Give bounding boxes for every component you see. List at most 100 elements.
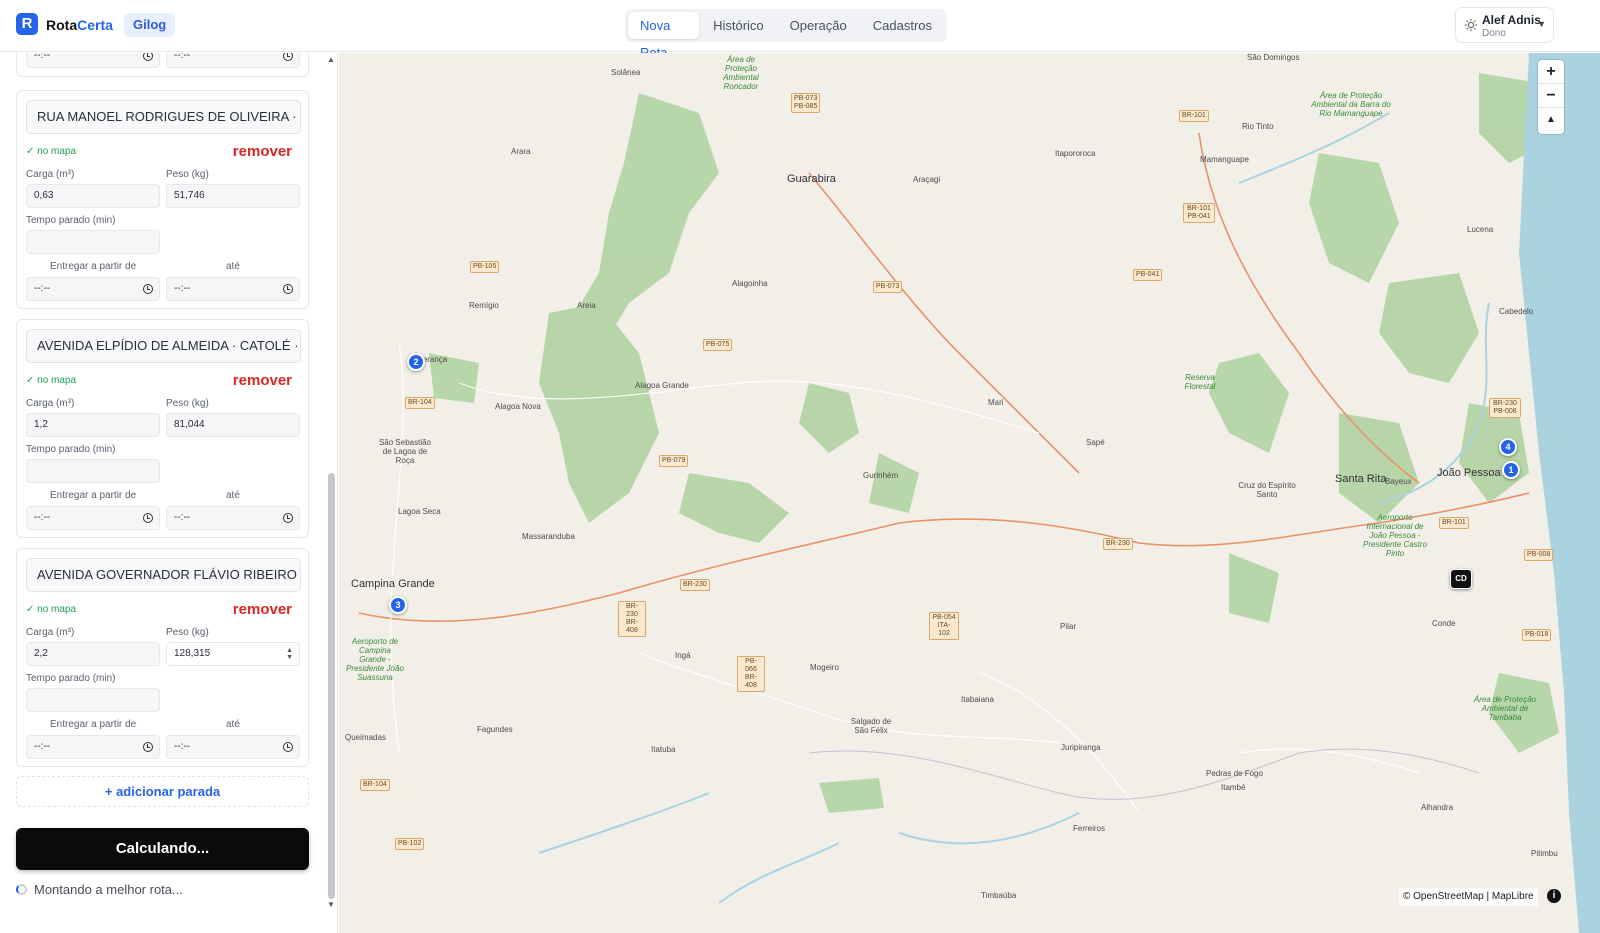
deliver-from-input[interactable]: --:-- — [26, 735, 160, 759]
tab-nova-rota[interactable]: Nova Rota — [628, 12, 700, 60]
map-place-label: Mamanguape — [1200, 155, 1249, 164]
clock-icon — [283, 53, 293, 61]
stop-marker[interactable]: 4 — [1499, 438, 1517, 456]
map-place-label: Alagoinha — [732, 279, 768, 288]
info-icon[interactable]: i — [1547, 889, 1561, 903]
map-place-label: Fagundes — [477, 725, 513, 734]
map-place-label: Araçagi — [913, 175, 941, 184]
map-place-label: Salgado de São Félix — [850, 717, 892, 735]
map-place-label: Alagoa Grande — [635, 381, 689, 390]
depot-marker[interactable]: CD — [1450, 569, 1472, 589]
tempo-input[interactable] — [26, 230, 160, 254]
road-shield: PB-008 — [1524, 549, 1554, 561]
time-value: --:-- — [34, 53, 51, 61]
scrollbar-thumb[interactable] — [328, 473, 335, 899]
compass-reset-button[interactable]: ▲ — [1538, 108, 1564, 132]
route-status: Montando a melhor rota... — [16, 882, 183, 897]
deliver-until-input[interactable]: --:-- — [166, 506, 300, 530]
map-place-label: Timbaúba — [981, 891, 1017, 900]
map-place-label: São Sebastião de Lagoa de Roça — [378, 438, 432, 465]
clock-icon — [143, 513, 153, 523]
time-value: --:-- — [34, 741, 51, 752]
deliver-until-input[interactable]: --:-- — [166, 277, 300, 301]
map-base-layer — [358, 53, 1600, 933]
stop-marker[interactable]: 2 — [407, 353, 425, 371]
brand-part-a: Rota — [46, 17, 78, 33]
top-bar: R RotaCerta Gilog Nova Rota Histórico Op… — [0, 0, 1600, 60]
peso-input[interactable]: 51,746 — [166, 184, 300, 208]
clock-icon — [283, 284, 293, 294]
deliver-until-input[interactable]: --:-- — [166, 735, 300, 759]
organization-badge[interactable]: Gilog — [124, 13, 176, 37]
address-input[interactable]: AVENIDA GOVERNADOR FLÁVIO RIBEIRO COUTIN… — [26, 558, 301, 592]
remove-stop-button[interactable]: remover — [233, 372, 292, 389]
address-input[interactable]: RUA MANOEL RODRIGUES DE OLIVEIRA · ESTAÇ… — [26, 100, 301, 134]
map-place-label: Pitimbu — [1531, 849, 1558, 858]
road-shield: PB-073 — [873, 281, 903, 293]
tempo-input[interactable] — [26, 688, 160, 712]
remove-stop-button[interactable]: remover — [233, 143, 292, 160]
map-place-label: Itatuba — [651, 745, 676, 754]
map-place-label: Lucena — [1467, 225, 1494, 234]
road-shield: BR-101 — [1179, 110, 1209, 122]
carga-input[interactable]: 2,2 — [26, 642, 160, 666]
road-shield: PB-054 ITA-102 — [929, 612, 959, 640]
sidebar-scrollbar[interactable]: ▲ ▼ — [326, 53, 337, 933]
map-place-label: Ingá — [675, 651, 691, 660]
add-stop-button[interactable]: + adicionar parada — [16, 776, 309, 807]
stop-marker[interactable]: 3 — [389, 596, 407, 614]
road-shield: BR-230 PB-008 — [1489, 398, 1521, 418]
deliver-from-input[interactable]: --:-- — [26, 506, 160, 530]
tab-cadastros[interactable]: Cadastros — [861, 12, 944, 39]
tempo-input[interactable] — [26, 459, 160, 483]
peso-label: Peso (kg) — [166, 398, 209, 409]
map-place-label: Rio Tinto — [1242, 122, 1274, 131]
address-input[interactable]: AVENIDA ELPÍDIO DE ALMEIDA · CATOLÉ · CA… — [26, 329, 301, 363]
road-shield-label: PB-085 — [794, 103, 818, 110]
user-menu-button[interactable]: Alef Adnis Dono ▼ — [1455, 7, 1554, 43]
scroll-down-arrow-icon[interactable]: ▼ — [327, 900, 335, 909]
route-status-text: Montando a melhor rota... — [34, 882, 183, 897]
route-map[interactable]: Solânea Arara Guarabira Araçagi Itaporor… — [339, 53, 1600, 933]
map-attribution[interactable]: © OpenStreetMap | MapLibre — [1399, 888, 1538, 906]
road-shield-label: PB-073 — [794, 95, 818, 102]
map-place-label: Campina Grande — [351, 578, 435, 590]
tempo-label: Tempo parado (min) — [26, 673, 116, 684]
scroll-up-arrow-icon[interactable]: ▲ — [327, 55, 335, 64]
carga-label: Carga (m³) — [26, 398, 75, 409]
map-place-label: Areia — [577, 301, 596, 310]
stop-card: AVENIDA GOVERNADOR FLÁVIO RIBEIRO COUTIN… — [16, 548, 309, 767]
stop-card: AVENIDA ELPÍDIO DE ALMEIDA · CATOLÉ · CA… — [16, 319, 309, 538]
map-place-label: Guarabira — [787, 173, 836, 185]
map-place-label: Queimadas — [345, 733, 386, 742]
map-place-label: Massaranduba — [522, 532, 575, 541]
map-place-label: Ferreiros — [1073, 824, 1106, 833]
road-shield: PB-041 — [1133, 269, 1163, 281]
loading-spinner-icon — [16, 884, 27, 895]
map-place-label: Alhandra — [1421, 803, 1454, 812]
carga-input[interactable]: 1,2 — [26, 413, 160, 437]
map-place-label: São Domingos — [1247, 53, 1300, 62]
clock-icon — [143, 53, 153, 61]
tab-operacao[interactable]: Operação — [778, 12, 859, 39]
time-value: --:-- — [34, 512, 51, 523]
tempo-label: Tempo parado (min) — [26, 215, 116, 226]
deliver-until-input[interactable]: --:-- — [166, 53, 300, 68]
remove-stop-button[interactable]: remover — [233, 601, 292, 618]
map-park-label: Área de Proteção Ambiental da Barra do R… — [1311, 91, 1391, 118]
stepper-arrows-icon[interactable]: ▲ ▼ — [286, 647, 293, 661]
map-place-label: Pilar — [1060, 622, 1077, 631]
road-shield: PB-075 — [703, 339, 733, 351]
peso-input[interactable]: 128,315 ▲ ▼ — [166, 642, 300, 666]
zoom-in-button[interactable]: + — [1538, 60, 1564, 84]
calculate-route-button[interactable]: Calculando... — [16, 828, 309, 870]
stop-marker[interactable]: 1 — [1502, 461, 1520, 479]
deliver-from-input[interactable]: --:-- — [26, 277, 160, 301]
zoom-out-button[interactable]: − — [1538, 84, 1564, 108]
deliver-from-input[interactable]: --:-- — [26, 53, 160, 68]
logo-icon: R — [16, 13, 38, 35]
carga-input[interactable]: 0,63 — [26, 184, 160, 208]
peso-input[interactable]: 81,044 — [166, 413, 300, 437]
tab-historico[interactable]: Histórico — [701, 12, 776, 39]
clock-icon — [143, 284, 153, 294]
